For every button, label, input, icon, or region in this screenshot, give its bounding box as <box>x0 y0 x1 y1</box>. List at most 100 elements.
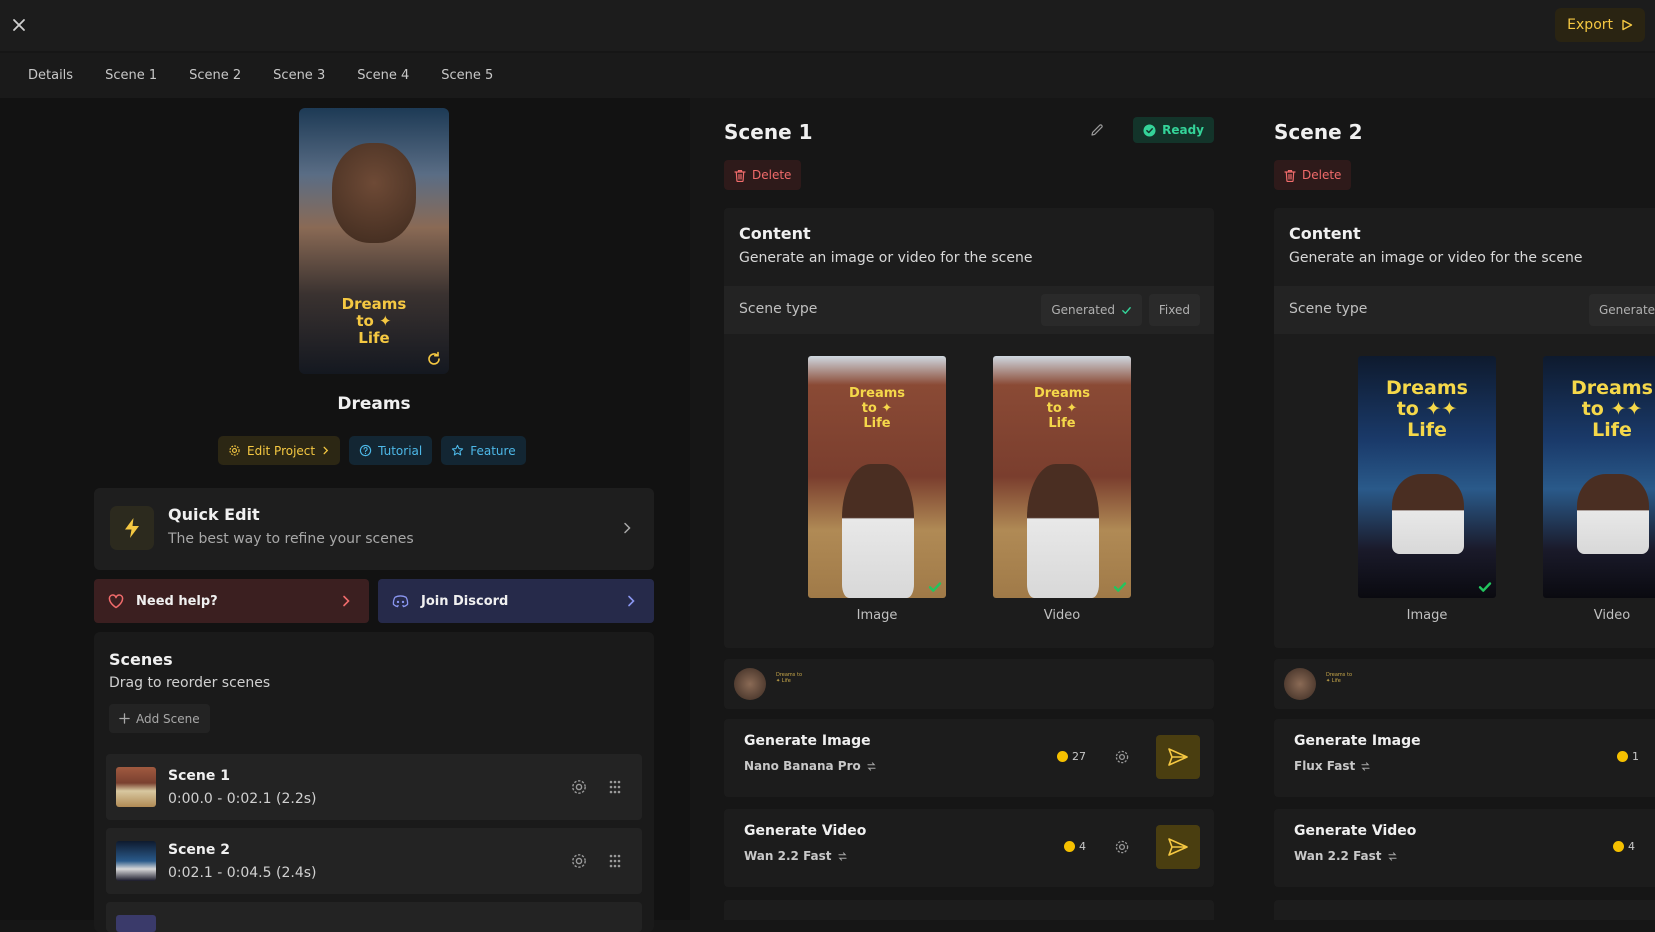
reference-avatar[interactable] <box>734 668 766 700</box>
media-text-line-1: Dreams <box>1033 386 1091 401</box>
quick-edit-card[interactable]: Quick Edit The best way to refine your s… <box>94 488 654 570</box>
scenes-list-panel: Scenes Drag to reorder scenes Add Scene … <box>94 632 654 932</box>
video-overlay-text: Dreams to ✦ Life <box>993 386 1131 431</box>
poster-title-line-1: Dreams <box>341 295 407 313</box>
scene-list-item[interactable]: Scene 2 0:02.1 - 0:04.5 (2.4s) <box>106 828 642 894</box>
feature-button[interactable]: Feature <box>441 436 526 465</box>
scene-type-row: Scene type Generate <box>1274 286 1655 334</box>
generate-image-button[interactable] <box>1156 735 1200 779</box>
delete-scene-button[interactable]: Delete <box>724 160 802 190</box>
edit-project-button[interactable]: Edit Project <box>218 436 341 465</box>
settings-icon[interactable] <box>570 852 588 870</box>
content-subtitle: Generate an image or video for the scene <box>1289 250 1583 266</box>
next-card <box>1274 900 1655 920</box>
refresh-icon[interactable] <box>425 350 443 368</box>
chevron-right-icon <box>624 522 631 534</box>
reference-title-thumb[interactable]: Dreams to ✦ Life <box>776 672 806 684</box>
quick-edit-title: Quick Edit <box>168 505 260 524</box>
media-text-line-2: to ✦ <box>861 401 893 416</box>
scene-list-item[interactable]: Scene 1 0:00.0 - 0:02.1 (2.2s) <box>106 754 642 820</box>
image-model-selector[interactable]: Nano Banana Pro <box>744 759 876 773</box>
settings-icon[interactable] <box>1114 749 1130 765</box>
reference-avatar[interactable] <box>1284 668 1316 700</box>
video-model-label: Wan 2.2 Fast <box>1294 849 1382 863</box>
content-subtitle: Generate an image or video for the scene <box>739 250 1033 266</box>
video-model-selector[interactable]: Wan 2.2 Fast <box>744 849 847 863</box>
media-text-line-1: Dreams <box>1386 377 1468 399</box>
tutorial-label: Tutorial <box>378 443 423 458</box>
generated-option[interactable]: Generated <box>1041 294 1142 326</box>
scene-name: Scene 1 <box>168 768 230 784</box>
drag-handle-icon[interactable] <box>606 778 624 796</box>
coin-icon <box>1613 841 1624 852</box>
scene-type-label: Scene type <box>1289 301 1368 317</box>
swap-icon <box>1387 851 1397 861</box>
join-discord-button[interactable]: Join Discord <box>378 579 654 623</box>
lightning-icon <box>110 506 154 550</box>
media-text-line-3: Life <box>1407 419 1447 441</box>
scene-2-panel: Scene 2 Delete Content Generate an image… <box>1274 98 1655 920</box>
media-text-line-3: Life <box>1592 419 1632 441</box>
image-subject <box>1392 474 1464 554</box>
edit-project-label: Edit Project <box>247 443 316 458</box>
image-model-selector[interactable]: Flux Fast <box>1294 759 1370 773</box>
image-credit-cost: 1 <box>1617 750 1639 763</box>
tab-scene-3[interactable]: Scene 3 <box>259 68 339 83</box>
generate-video-button[interactable] <box>1156 825 1200 869</box>
settings-icon[interactable] <box>570 778 588 796</box>
check-icon <box>1113 582 1127 592</box>
project-sidebar: Dreams to ✦ Life Dreams Edit Project Tut… <box>0 98 690 932</box>
status-badge: Ready <box>1133 117 1214 143</box>
fixed-option[interactable]: Fixed <box>1148 294 1200 326</box>
tab-scene-4[interactable]: Scene 4 <box>343 68 423 83</box>
poster-title-line-3: Life <box>358 329 390 347</box>
media-text-line-1: Dreams <box>848 386 906 401</box>
generate-image-card: Generate Image Nano Banana Pro 27 <box>724 719 1214 797</box>
chevron-right-icon <box>628 595 635 607</box>
export-button[interactable]: Export <box>1555 8 1645 42</box>
image-overlay-text: Dreams to ✦ Life <box>808 386 946 431</box>
scene-title: Scene 1 <box>724 120 813 144</box>
delete-label: Delete <box>752 168 792 182</box>
discord-icon <box>392 594 409 607</box>
delete-scene-button[interactable]: Delete <box>1274 160 1352 190</box>
poster-title: Dreams to ✦ Life <box>299 296 449 347</box>
pencil-icon[interactable] <box>1090 123 1104 137</box>
top-bar: Export <box>0 0 1655 51</box>
tutorial-button[interactable]: Tutorial <box>349 436 433 465</box>
scene-time: 0:02.1 - 0:04.5 (2.4s) <box>168 865 317 881</box>
tab-scene-1[interactable]: Scene 1 <box>91 68 171 83</box>
drag-handle-icon[interactable] <box>606 852 624 870</box>
image-preview[interactable]: Dreams to ✦ Life <box>808 356 946 598</box>
need-help-button[interactable]: Need help? <box>94 579 369 623</box>
play-icon <box>1622 19 1633 31</box>
video-preview[interactable]: Dreams to ✦✦ Life <box>1543 356 1655 598</box>
tab-scene-2[interactable]: Scene 2 <box>175 68 255 83</box>
settings-icon[interactable] <box>1114 839 1130 855</box>
content-card: Content Generate an image or video for t… <box>724 208 1214 648</box>
generate-image-title: Generate Image <box>744 733 871 749</box>
media-text-line-1: Dreams <box>1571 377 1653 399</box>
media-text-line-3: Life <box>863 416 891 431</box>
image-preview[interactable]: Dreams to ✦✦ Life <box>1358 356 1496 598</box>
close-icon[interactable] <box>9 15 29 35</box>
swap-icon <box>837 851 847 861</box>
generated-option[interactable]: Generate <box>1589 294 1655 326</box>
video-model-selector[interactable]: Wan 2.2 Fast <box>1294 849 1397 863</box>
reference-title-thumb[interactable]: Dreams to ✦ Life <box>1326 672 1356 684</box>
join-discord-label: Join Discord <box>421 593 509 609</box>
video-preview[interactable]: Dreams to ✦ Life <box>993 356 1131 598</box>
video-cost-value: 4 <box>1079 840 1086 853</box>
tab-scene-5[interactable]: Scene 5 <box>427 68 507 83</box>
send-icon <box>1168 838 1188 856</box>
scene-type-row: Scene type Generated Fixed <box>724 286 1214 334</box>
chevron-right-icon <box>343 595 350 607</box>
tab-details[interactable]: Details <box>14 68 87 83</box>
add-scene-button[interactable]: Add Scene <box>109 704 210 733</box>
generate-video-card: Generate Video Wan 2.2 Fast 4 <box>724 809 1214 887</box>
check-icon <box>1122 306 1131 314</box>
project-poster[interactable]: Dreams to ✦ Life <box>299 108 449 374</box>
scene-thumbnail <box>116 841 156 881</box>
scene-list-item[interactable] <box>106 902 642 932</box>
generate-video-title: Generate Video <box>744 823 867 839</box>
